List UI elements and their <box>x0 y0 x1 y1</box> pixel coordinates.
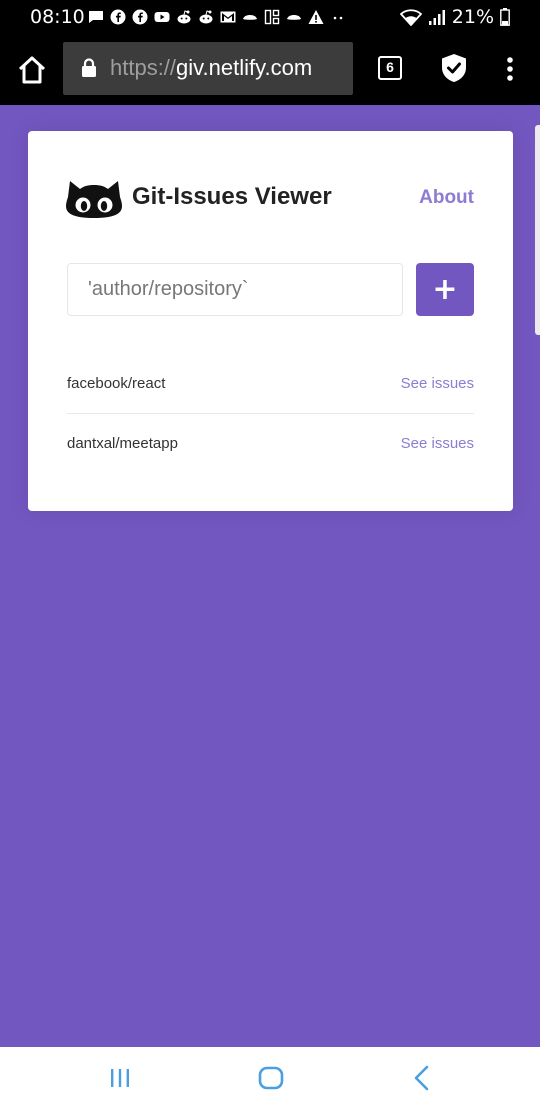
app-title: Git-Issues Viewer <box>132 183 332 210</box>
page-scrollbar[interactable] <box>535 125 540 335</box>
main-card: Git-Issues Viewer About + facebook/react… <box>28 131 513 511</box>
octocat-logo-icon <box>66 181 122 218</box>
list-item: dantxal/meetapp See issues <box>67 413 474 472</box>
reddit-icon <box>199 10 213 24</box>
browser-toolbar: https://giv.netlify.com 6 <box>0 34 540 105</box>
gmail-icon <box>220 11 236 23</box>
status-time: 08:10 <box>30 6 85 28</box>
warning-icon <box>308 10 324 24</box>
youtube-icon <box>154 12 170 22</box>
signal-icon <box>428 10 445 25</box>
tab-switcher-button[interactable]: 6 <box>378 56 402 80</box>
lock-icon <box>82 58 96 77</box>
home-icon[interactable] <box>16 54 48 86</box>
battery-icon <box>500 8 510 26</box>
home-nav-icon[interactable] <box>258 1066 284 1090</box>
list-item: facebook/react See issues <box>67 354 474 413</box>
sim-icon <box>264 9 280 25</box>
notification-icons <box>88 6 346 28</box>
wifi-icon <box>399 9 422 26</box>
add-repository-button[interactable]: + <box>416 263 474 316</box>
see-issues-link[interactable]: See issues <box>401 375 474 392</box>
about-link[interactable]: About <box>419 187 474 209</box>
facebook-icon <box>132 9 148 25</box>
reddit-icon <box>177 10 191 24</box>
facebook-icon <box>110 9 126 25</box>
url-host: giv.netlify.com <box>176 55 313 80</box>
ifood-icon <box>243 15 257 20</box>
repository-input[interactable] <box>67 263 403 316</box>
ifood-icon <box>287 15 301 20</box>
see-issues-link[interactable]: See issues <box>401 435 474 452</box>
repository-name: facebook/react <box>67 375 166 392</box>
address-bar[interactable]: https://giv.netlify.com <box>63 42 353 95</box>
url-scheme: https:// <box>110 55 177 80</box>
navigation-bar <box>0 1047 540 1110</box>
url-text: https://giv.netlify.com <box>110 55 312 81</box>
shield-icon[interactable] <box>440 53 468 83</box>
repository-name: dantxal/meetapp <box>67 434 178 452</box>
status-bar: 08:10 21% <box>0 0 540 34</box>
more-dots-icon <box>333 16 343 20</box>
back-icon[interactable] <box>412 1065 432 1091</box>
status-right: 21% <box>399 6 510 28</box>
battery-percent: 21% <box>451 6 494 28</box>
overflow-menu-icon[interactable] <box>500 56 520 82</box>
recent-apps-icon[interactable] <box>108 1067 132 1089</box>
repository-list: facebook/react See issues dantxal/meetap… <box>67 354 474 472</box>
message-icon <box>89 11 103 23</box>
